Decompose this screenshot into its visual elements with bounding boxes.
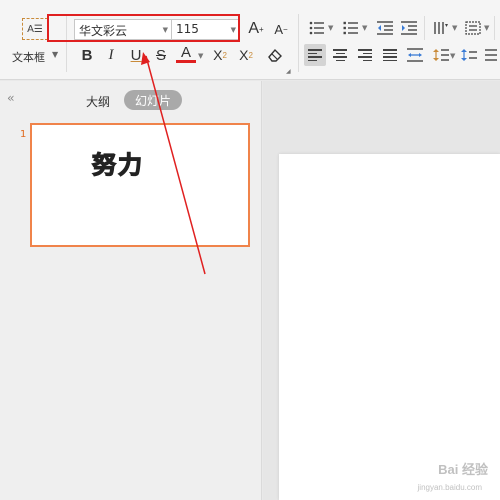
dialog-launcher-icon[interactable]: ◢ (286, 68, 291, 75)
chevron-down-icon[interactable]: ▼ (328, 24, 333, 32)
text-direction-button[interactable] (430, 17, 452, 39)
align-center-button[interactable] (329, 44, 351, 66)
eraser-icon (268, 48, 282, 62)
tab-slides[interactable]: 幻灯片 (124, 90, 182, 110)
chevron-down-icon[interactable]: ▼ (198, 52, 203, 60)
columns-icon (434, 22, 448, 34)
numbered-list-icon (343, 21, 358, 35)
align-text-button[interactable] (462, 17, 484, 39)
line-spacing-icon (433, 49, 449, 61)
align-right-button[interactable] (354, 44, 376, 66)
subscript-button[interactable]: X2 (236, 44, 256, 66)
slide-thumbnail-text: 努力 (91, 150, 144, 179)
text-effects-button[interactable] (480, 44, 500, 66)
distribute-icon (407, 48, 423, 62)
decrease-indent-button[interactable] (374, 17, 396, 39)
bullet-list-icon (309, 21, 324, 35)
text-box-align-icon (465, 21, 481, 35)
font-color-button[interactable]: A (176, 44, 196, 63)
align-left-button[interactable] (304, 44, 326, 66)
align-left-icon (308, 49, 322, 61)
chevron-down-icon[interactable]: ▼ (450, 52, 455, 60)
slide-number: 1 (20, 129, 27, 140)
chevron-down-icon[interactable]: ▼ (484, 24, 489, 32)
watermark-url: jingyan.baidu.com (417, 483, 482, 492)
strikethrough-button[interactable]: S (151, 44, 171, 66)
collapse-panel-icon[interactable]: ‹‹ (7, 91, 14, 105)
textbox-button-label[interactable]: 文本框 (12, 49, 45, 65)
shrink-font-button[interactable]: A − (271, 18, 291, 40)
editing-canvas (263, 81, 500, 500)
clear-format-button[interactable] (264, 45, 286, 65)
paragraph-spacing-icon (461, 49, 477, 61)
align-center-icon (333, 49, 347, 61)
tab-outline[interactable]: 大纲 (86, 93, 110, 110)
divider (424, 16, 425, 40)
slide-editor-page[interactable] (279, 154, 500, 500)
chevron-down-icon[interactable]: ▼ (362, 24, 367, 32)
slides-panel: ‹‹ 大纲 幻灯片 1 努力 (0, 81, 262, 500)
superscript-mark: 2 (222, 50, 227, 60)
shrink-font-icon: A (274, 21, 283, 37)
italic-button[interactable]: I (101, 44, 121, 66)
underline-button[interactable]: U (126, 44, 146, 66)
justify-button[interactable] (379, 44, 401, 66)
numbered-list-button[interactable] (340, 17, 362, 39)
align-right-icon (358, 49, 372, 61)
bullet-list-button[interactable] (306, 17, 328, 39)
increase-indent-button[interactable] (398, 17, 420, 39)
watermark: Bai 经验 (438, 462, 488, 477)
annotation-highlight-box (47, 14, 240, 42)
chevron-down-icon[interactable]: ▼ (52, 50, 58, 59)
paragraph-spacing-button[interactable] (458, 44, 480, 66)
subscript-mark: 2 (248, 50, 253, 60)
decrease-indent-icon (377, 21, 393, 35)
bold-button[interactable]: B (77, 44, 97, 66)
grow-font-icon: A (248, 20, 259, 37)
grow-font-button[interactable]: A + (246, 18, 266, 40)
divider (494, 16, 495, 40)
ribbon-toolbar: A☰ 文本框 ▼ 华文彩云 ▼ 115 ▼ A + A − B I U S A ▼ … (0, 0, 500, 80)
slide-thumbnail[interactable]: 努力 (30, 123, 250, 247)
increase-indent-icon (401, 21, 417, 35)
chevron-down-icon[interactable]: ▼ (452, 24, 457, 32)
superscript-icon: X (213, 47, 223, 63)
justify-icon (383, 49, 397, 61)
text-effects-icon (485, 49, 497, 61)
textbox-icon[interactable]: A☰ (22, 18, 48, 40)
subscript-icon: X (239, 47, 249, 63)
line-spacing-button[interactable] (430, 44, 452, 66)
divider (298, 14, 299, 72)
superscript-button[interactable]: X2 (210, 44, 230, 66)
distributed-button[interactable] (404, 44, 426, 66)
